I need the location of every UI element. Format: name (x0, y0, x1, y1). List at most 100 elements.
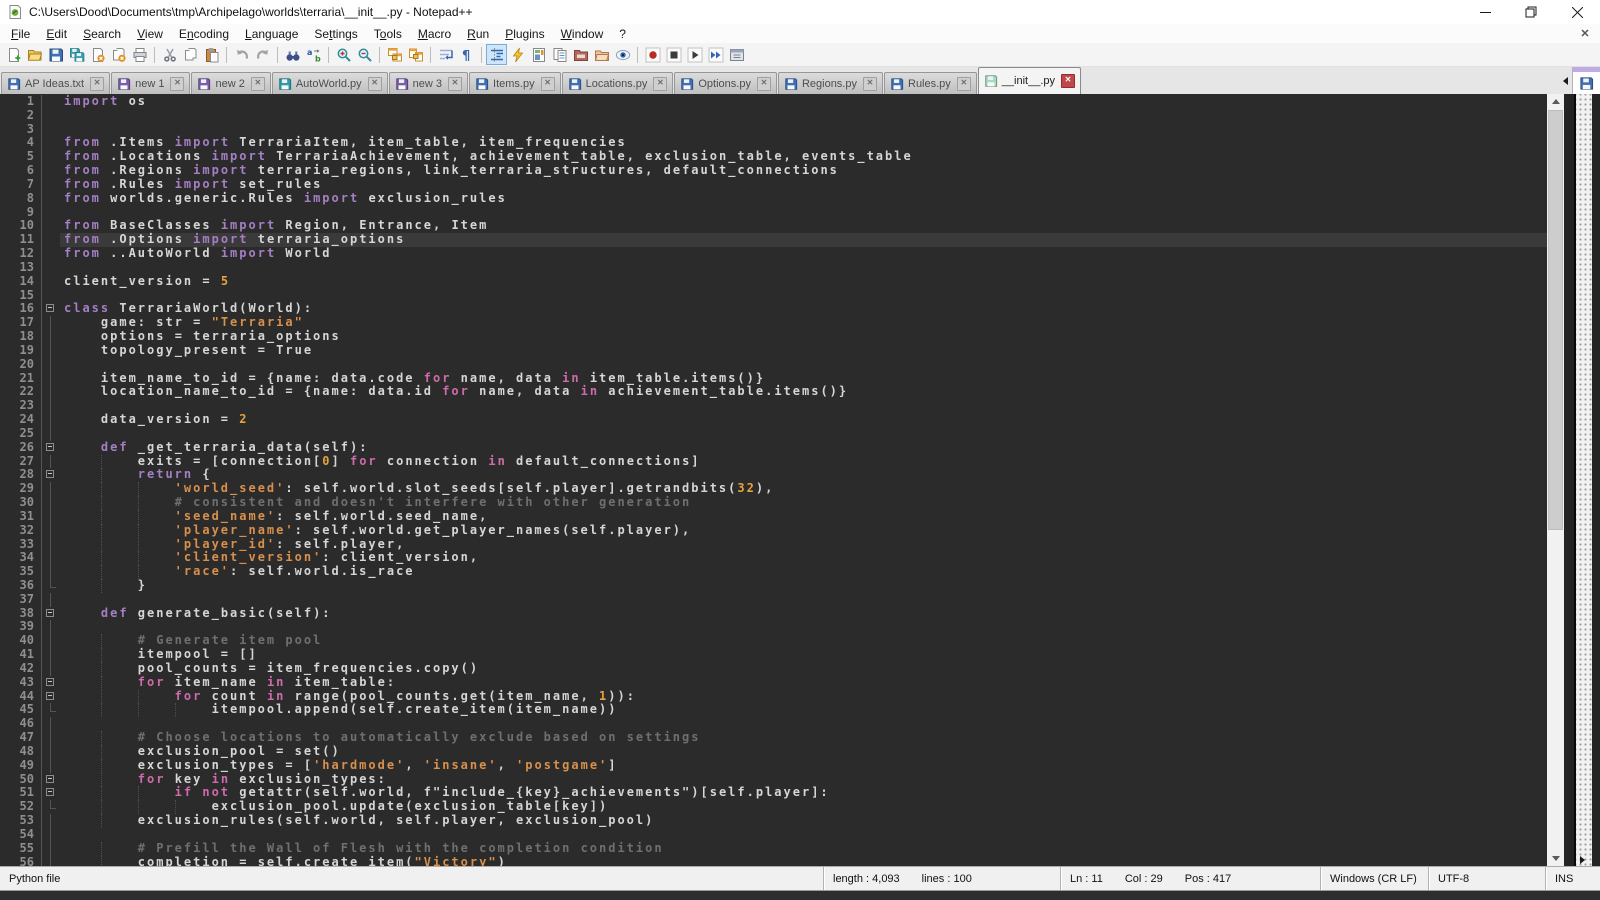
code-line-9[interactable]: 9 (0, 206, 1547, 220)
fold-collapse-icon[interactable] (42, 773, 60, 787)
tab-close-icon[interactable]: ✕ (653, 77, 667, 91)
code-line-38[interactable]: 38def generate_basic(self): (0, 607, 1547, 621)
code-line-50[interactable]: 50for key in exclusion_types: (0, 773, 1547, 787)
folder-as-workspace-button[interactable] (570, 44, 591, 65)
function-list-button[interactable] (507, 44, 528, 65)
tab-regions-py[interactable]: Regions.py✕ (778, 72, 883, 94)
fold-collapse-icon[interactable] (42, 786, 60, 800)
code-line-51[interactable]: 51if not getattr(self.world, f"include_{… (0, 786, 1547, 800)
close-window-button[interactable] (1554, 0, 1600, 24)
code-line-36[interactable]: 36} (0, 579, 1547, 593)
code-line-21[interactable]: 21item_name_to_id = {name: data.code for… (0, 372, 1547, 386)
code-line-30[interactable]: 30# consistent and doesn't interfere wit… (0, 496, 1547, 510)
code-line-16[interactable]: 16class TerrariaWorld(World): (0, 302, 1547, 316)
code-line-35[interactable]: 35'race': self.world.is_race (0, 565, 1547, 579)
menu-run[interactable]: Run (459, 26, 497, 42)
tab-new-3[interactable]: new 3✕ (389, 72, 468, 94)
tab-__init__-py[interactable]: __init__.py✕ (978, 67, 1081, 94)
code-line-55[interactable]: 55# Prefill the Wall of Flesh with the c… (0, 842, 1547, 856)
code-line-39[interactable]: 39 (0, 620, 1547, 634)
tab-close-icon[interactable]: ✕ (757, 77, 771, 91)
open-file-button[interactable] (24, 44, 45, 65)
menu-encoding[interactable]: Encoding (171, 26, 237, 42)
code-line-33[interactable]: 33'player_id': self.player, (0, 538, 1547, 552)
code-line-53[interactable]: 53exclusion_rules(self.world, self.playe… (0, 814, 1547, 828)
document-list-button[interactable] (549, 44, 570, 65)
menubar-close-icon[interactable]: ✕ (1576, 26, 1594, 42)
menu-settings[interactable]: Settings (306, 26, 365, 42)
close-file-button[interactable] (87, 44, 108, 65)
tab-rules-py[interactable]: Rules.py✕ (884, 72, 977, 94)
code-line-10[interactable]: 10from BaseClasses import Region, Entran… (0, 219, 1547, 233)
code-line-48[interactable]: 48exclusion_pool = set() (0, 745, 1547, 759)
tab-items-py[interactable]: Items.py✕ (469, 72, 561, 94)
code-line-32[interactable]: 32'player_name': self.world.get_player_n… (0, 524, 1547, 538)
code-line-11[interactable]: 11from .Options import terraria_options (0, 233, 1547, 247)
fold-collapse-icon[interactable] (42, 441, 60, 455)
monitoring-button[interactable] (612, 44, 633, 65)
code-line-29[interactable]: 29'world_seed': self.world.slot_seeds[se… (0, 482, 1547, 496)
menu-file[interactable]: File (3, 26, 38, 42)
fold-collapse-icon[interactable] (42, 690, 60, 704)
status-insert-mode[interactable]: INS (1545, 867, 1600, 890)
zoom-in-button[interactable] (333, 44, 354, 65)
redo-button[interactable] (252, 44, 273, 65)
code-line-17[interactable]: 17game: str = "Terraria" (0, 316, 1547, 330)
code-line-41[interactable]: 41itempool = [] (0, 648, 1547, 662)
tab-close-icon[interactable]: ✕ (863, 77, 877, 91)
menu-search[interactable]: Search (75, 26, 129, 42)
code-line-13[interactable]: 13 (0, 261, 1547, 275)
tab-ap-ideas-txt[interactable]: AP Ideas.txt✕ (1, 72, 110, 94)
show-indent-guide-button[interactable] (486, 44, 507, 65)
scrollbar-thumb[interactable] (1548, 110, 1563, 530)
code-line-56[interactable]: 56completion = self.create_item("Victory… (0, 856, 1547, 866)
menu-plugins[interactable]: Plugins (497, 26, 552, 42)
tab-locations-py[interactable]: Locations.py✕ (562, 72, 674, 94)
document-map-button[interactable] (528, 44, 549, 65)
code-line-25[interactable]: 25 (0, 427, 1547, 441)
copy-button[interactable] (180, 44, 201, 65)
menu-window[interactable]: Window (553, 26, 612, 42)
show-all-characters-button[interactable]: ¶ (456, 44, 477, 65)
new-file-button[interactable] (3, 44, 24, 65)
tab-close-icon[interactable]: ✕ (90, 77, 104, 91)
code-line-43[interactable]: 43for item_name in item_table: (0, 676, 1547, 690)
fold-collapse-icon[interactable] (42, 607, 60, 621)
word-wrap-button[interactable] (435, 44, 456, 65)
print-button[interactable] (129, 44, 150, 65)
code-line-23[interactable]: 23 (0, 399, 1547, 413)
tab-close-icon[interactable]: ✕ (541, 77, 555, 91)
code-line-52[interactable]: 52exclusion_pool.update(exclusion_table[… (0, 800, 1547, 814)
code-line-14[interactable]: 14client_version = 5 (0, 275, 1547, 289)
tab-scroll-left-icon[interactable] (1558, 67, 1572, 94)
tab-close-icon[interactable]: ✕ (1061, 74, 1075, 88)
code-line-12[interactable]: 12from ..AutoWorld import World (0, 247, 1547, 261)
code-line-3[interactable]: 3 (0, 123, 1547, 137)
menu-macro[interactable]: Macro (410, 26, 459, 42)
fold-collapse-icon[interactable] (42, 676, 60, 690)
code-line-19[interactable]: 19topology_present = True (0, 344, 1547, 358)
code-line-44[interactable]: 44for count in range(pool_counts.get(ite… (0, 690, 1547, 704)
code-line-7[interactable]: 7from .Rules import set_rules (0, 178, 1547, 192)
code-line-49[interactable]: 49exclusion_types = ['hardmode', 'insane… (0, 759, 1547, 773)
tab-options-py[interactable]: Options.py✕ (674, 72, 777, 94)
scrollbar-down-icon[interactable] (1547, 851, 1564, 866)
code-line-31[interactable]: 31'seed_name': self.world.seed_name, (0, 510, 1547, 524)
tab-close-icon[interactable]: ✕ (448, 77, 462, 91)
status-eol-format[interactable]: Windows (CR LF) (1320, 867, 1428, 890)
save-all-button[interactable] (66, 44, 87, 65)
cut-button[interactable] (159, 44, 180, 65)
code-line-1[interactable]: 1import os (0, 95, 1547, 109)
code-line-5[interactable]: 5from .Locations import TerrariaAchievem… (0, 150, 1547, 164)
tab-close-icon[interactable]: ✕ (251, 77, 265, 91)
code-line-20[interactable]: 20 (0, 358, 1547, 372)
tab-close-icon[interactable]: ✕ (170, 77, 184, 91)
code-line-22[interactable]: 22location_name_to_id = {name: data.id f… (0, 385, 1547, 399)
open-folder-button[interactable] (591, 44, 612, 65)
menu-tools[interactable]: Tools (366, 26, 410, 42)
code-line-15[interactable]: 15 (0, 289, 1547, 303)
code-line-45[interactable]: 45itempool.append(self.create_item(item_… (0, 703, 1547, 717)
code-line-4[interactable]: 4from .Items import TerrariaItem, item_t… (0, 136, 1547, 150)
macro-record-button[interactable] (642, 44, 663, 65)
restore-button[interactable] (1508, 0, 1554, 24)
